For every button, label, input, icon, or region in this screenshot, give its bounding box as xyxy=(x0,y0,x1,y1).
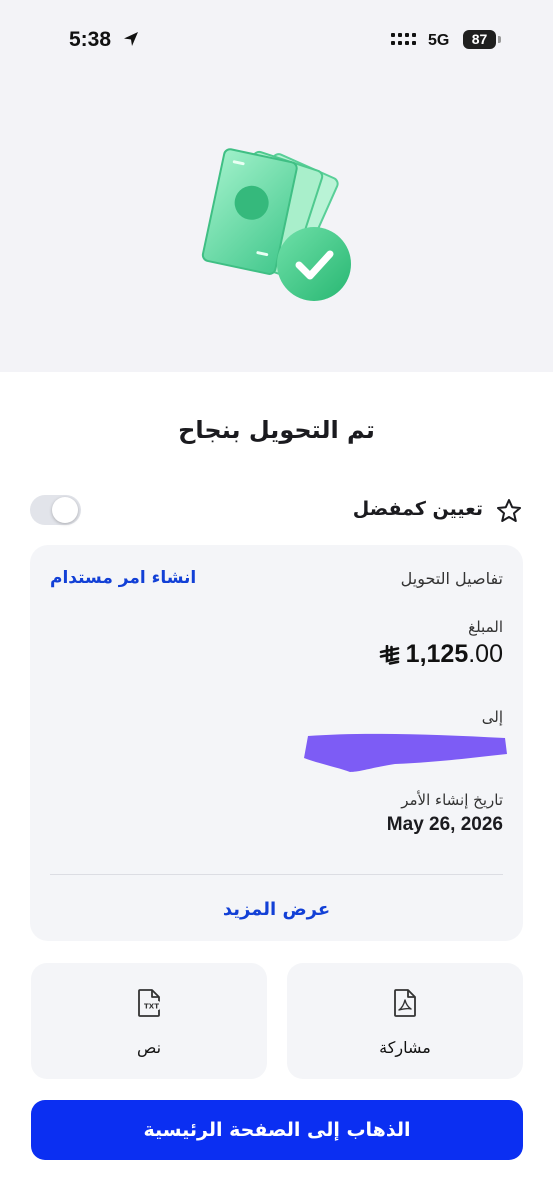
amount-decimal: .00 xyxy=(468,640,503,668)
amount-value: 1,125.00 xyxy=(378,640,503,669)
battery-level: 87 xyxy=(463,30,496,49)
order-date-label: تاريخ إنشاء الأمر xyxy=(401,791,503,809)
favorite-row: تعيين كمفضل xyxy=(30,492,523,528)
recipient-label: إلى xyxy=(481,708,503,726)
share-label: مشاركة xyxy=(379,1038,431,1057)
status-time: 5:38 xyxy=(69,28,112,51)
network-type: 5G xyxy=(428,32,450,49)
favorite-toggle[interactable] xyxy=(30,495,81,525)
details-title: تفاصيل التحويل xyxy=(400,569,503,588)
txt-file-icon: TXT xyxy=(138,989,160,1017)
redacted-recipient xyxy=(304,733,507,772)
text-button[interactable]: TXT نص xyxy=(31,963,267,1079)
pdf-icon xyxy=(394,989,416,1017)
battery-cap xyxy=(498,36,501,43)
page-title: تم التحويل بنجاح xyxy=(178,416,375,444)
amount-number: 1,125.00 xyxy=(406,640,503,669)
text-label: نص xyxy=(136,1038,162,1057)
show-more-link[interactable]: عرض المزيد xyxy=(30,899,523,920)
share-button[interactable]: مشاركة xyxy=(287,963,523,1079)
location-arrow-icon xyxy=(124,32,138,46)
money-success-illustration xyxy=(201,148,351,301)
star-icon[interactable] xyxy=(495,497,523,525)
toggle-knob xyxy=(52,497,78,523)
go-home-button[interactable]: الذهاب إلى الصفحة الرئيسية xyxy=(31,1100,523,1160)
favorite-label: تعيين كمفضل xyxy=(352,498,483,520)
svg-text:TXT: TXT xyxy=(144,1003,159,1011)
signal-icon xyxy=(391,33,416,45)
create-standing-order-link[interactable]: انشاء امر مستدام xyxy=(50,568,196,588)
order-date-value: May 26, 2026 xyxy=(386,814,503,835)
hero-section: 5:38 5G 87 xyxy=(0,0,553,372)
amount-label: المبلغ xyxy=(468,618,503,636)
status-bar: 5:38 5G 87 xyxy=(0,0,553,80)
saudi-riyal-icon xyxy=(379,644,399,665)
divider xyxy=(50,874,503,875)
transfer-details-card: تفاصيل التحويل انشاء امر مستدام المبلغ 1… xyxy=(30,545,523,941)
amount-integer: 1,125 xyxy=(405,640,469,668)
